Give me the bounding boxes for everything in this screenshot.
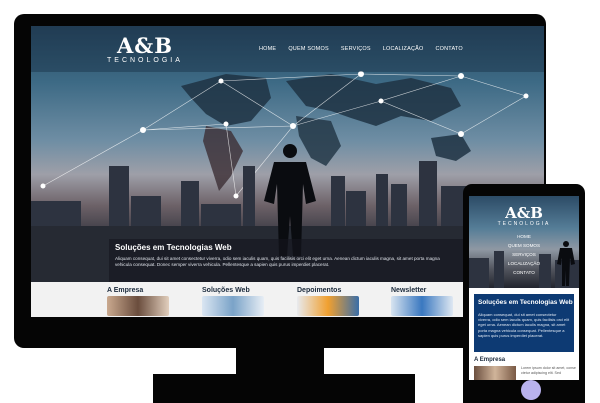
section-image xyxy=(391,296,453,316)
logo-sub-text: TECNOLOGIA xyxy=(107,57,183,64)
mobile-solutions-title: Soluções em Tecnologias Web xyxy=(478,299,573,306)
mobile-solutions-text: Aliquam consequat, dui sit amet consecte… xyxy=(478,312,570,338)
section-a-empresa[interactable]: A Empresa xyxy=(107,287,169,316)
mobile-nav-item-localizacao[interactable]: LOCALIZAÇÃO xyxy=(469,259,579,268)
mobile-nav-item-home[interactable]: HOME xyxy=(469,232,579,241)
mobile-section-title: A Empresa xyxy=(474,357,506,363)
mobile-solutions-box: Soluções em Tecnologias Web Aliquam cons… xyxy=(474,294,574,352)
mobile-logo[interactable]: A&B TECNOLOGIA xyxy=(469,204,579,228)
mobile-nav-item-contato[interactable]: CONTATO xyxy=(469,268,579,277)
nav-item-localizacao[interactable]: LOCALIZAÇÃO xyxy=(383,46,424,52)
section-depoimentos[interactable]: Depoimentos xyxy=(297,287,359,316)
main-nav: HOME QUEM SOMOS SERVIÇOS LOCALIZAÇÃO CON… xyxy=(259,46,463,52)
section-newsletter[interactable]: Newsletter xyxy=(391,287,453,316)
mobile-hero: A&B TECNOLOGIA HOME QUEM SOMOS SERVIÇOS … xyxy=(469,196,579,288)
hero-text: Aliquam consequat, dui sit amet consecte… xyxy=(115,256,440,267)
mobile-logo-main-text: A&B xyxy=(505,204,543,222)
section-image xyxy=(202,296,264,316)
hero-title: Soluções em Tecnologias Web xyxy=(115,243,232,252)
monitor-stand-neck xyxy=(236,348,324,374)
mobile-section-image xyxy=(474,366,516,380)
mobile-nav: HOME QUEM SOMOS SERVIÇOS LOCALIZAÇÃO CON… xyxy=(469,232,579,277)
logo-main-text: A&B xyxy=(116,33,173,58)
section-solucoes-web[interactable]: Soluções Web xyxy=(202,287,264,316)
section-title: Depoimentos xyxy=(297,287,342,294)
mobile-nav-item-quem-somos[interactable]: QUEM SOMOS xyxy=(469,241,579,250)
nav-item-contato[interactable]: CONTATO xyxy=(435,46,462,52)
monitor-stand-base xyxy=(153,374,415,403)
section-title: Newsletter xyxy=(391,287,427,294)
section-image xyxy=(107,296,169,316)
mobile-section-text: Lorem ipsum dolor sit amet, conse ctetur… xyxy=(521,366,576,375)
phone-home-button[interactable] xyxy=(521,380,541,400)
site-logo[interactable]: A&B TECNOLOGIA xyxy=(107,35,183,64)
section-title: Soluções Web xyxy=(202,287,250,294)
mobile-nav-item-servicos[interactable]: SERVIÇOS xyxy=(469,250,579,259)
nav-item-servicos[interactable]: SERVIÇOS xyxy=(341,46,371,52)
section-title: A Empresa xyxy=(107,287,144,294)
section-image xyxy=(297,296,359,316)
mobile-logo-sub-text: TECNOLOGIA xyxy=(497,221,551,227)
nav-item-home[interactable]: HOME xyxy=(259,46,276,52)
nav-item-quem-somos[interactable]: QUEM SOMOS xyxy=(288,46,329,52)
mobile-website-screen: A&B TECNOLOGIA HOME QUEM SOMOS SERVIÇOS … xyxy=(469,196,579,380)
